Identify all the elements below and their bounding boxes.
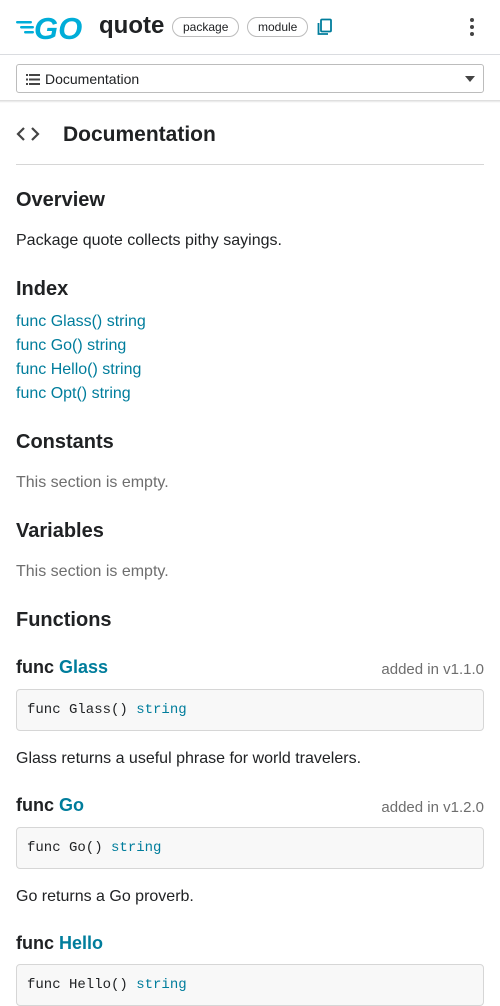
site-header: GO quote package module [0, 0, 500, 55]
constants-heading[interactable]: Constants [16, 431, 114, 454]
doc-nav-select[interactable]: Documentation [16, 64, 484, 93]
return-type-link[interactable]: string [136, 977, 186, 993]
func-heading-glass: func Glass [16, 657, 108, 678]
code-block-glass: func Glass() string [16, 689, 484, 731]
func-keyword: func [16, 933, 54, 953]
signature-text: func Glass() [27, 702, 137, 718]
index-link-glass[interactable]: func Glass() string [16, 313, 146, 331]
doc-section-header: Documentation [16, 116, 484, 165]
signature-text: func Go() [27, 840, 112, 856]
return-type-link[interactable]: string [136, 702, 186, 718]
svg-text:GO: GO [34, 11, 82, 43]
functions-heading[interactable]: Functions [16, 609, 112, 632]
doc-nav-label: Documentation [45, 71, 140, 87]
variables-empty-text: This section is empty. [16, 563, 169, 580]
copy-icon[interactable] [316, 18, 334, 36]
func-heading-hello: func Hello [16, 933, 103, 954]
module-badge: module [247, 17, 309, 37]
variables-heading[interactable]: Variables [16, 520, 104, 543]
code-block-go: func Go() string [16, 827, 484, 869]
overview-heading[interactable]: Overview [16, 189, 105, 212]
package-name: quote [99, 12, 165, 39]
overview-text: Package quote collects pithy sayings. [16, 232, 282, 249]
func-name-link-hello[interactable]: Hello [59, 933, 103, 953]
divider [0, 100, 500, 103]
func-keyword: func [16, 795, 54, 815]
func-description-glass: Glass returns a useful phrase for world … [16, 750, 362, 767]
func-name-link-go[interactable]: Go [59, 795, 84, 815]
return-type-link[interactable]: string [111, 840, 161, 856]
signature-text: func Hello() [27, 977, 137, 993]
index-link-hello[interactable]: func Hello() string [16, 361, 141, 379]
index-link-opt[interactable]: func Opt() string [16, 385, 131, 403]
package-badge: package [172, 17, 240, 37]
code-brackets-icon [16, 127, 40, 141]
doc-section-title: Documentation [63, 123, 216, 146]
list-icon [26, 74, 40, 85]
index-heading[interactable]: Index [16, 278, 68, 301]
index-link-go[interactable]: func Go() string [16, 337, 126, 355]
func-description-go: Go returns a Go proverb. [16, 888, 194, 905]
func-heading-go: func Go [16, 795, 84, 816]
kebab-menu-icon[interactable] [462, 16, 482, 38]
constants-empty-text: This section is empty. [16, 474, 169, 491]
chevron-down-icon [465, 76, 475, 82]
go-logo-icon[interactable]: GO [16, 11, 90, 43]
func-keyword: func [16, 657, 54, 677]
func-name-link-glass[interactable]: Glass [59, 657, 108, 677]
added-version-glass: added in v1.1.0 [381, 661, 484, 678]
added-version-go: added in v1.2.0 [381, 799, 484, 816]
